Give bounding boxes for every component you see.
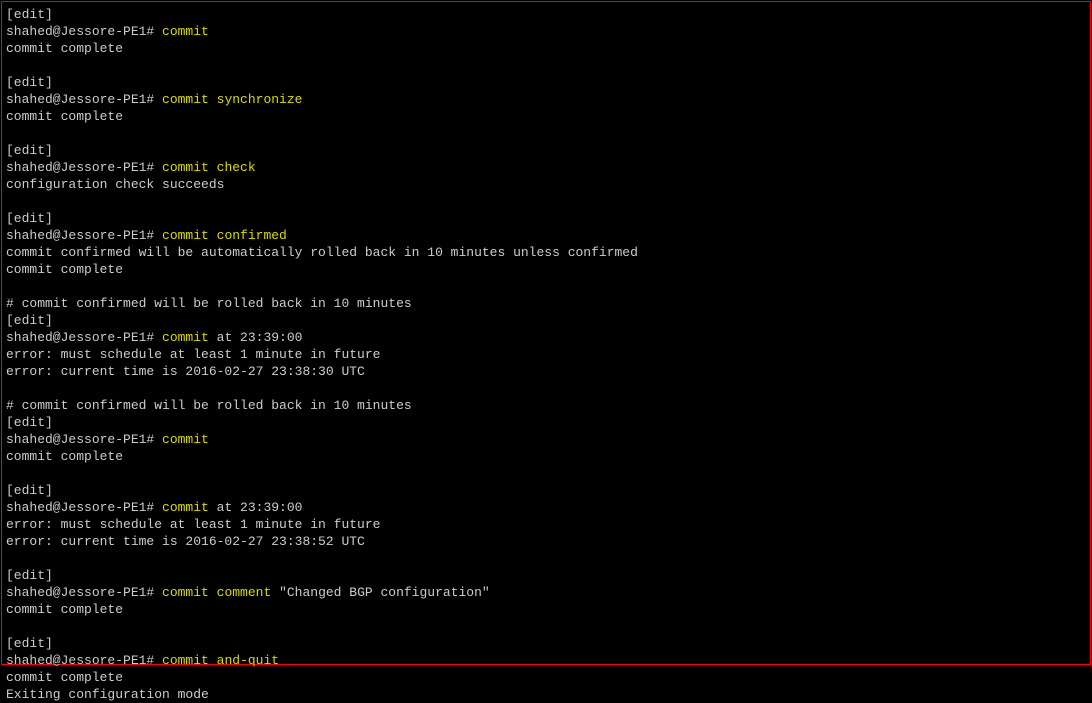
- output-line: commit complete: [6, 669, 1086, 686]
- comment-line: # commit confirmed will be rolled back i…: [6, 295, 1086, 312]
- output-line: commit complete: [6, 108, 1086, 125]
- command-text: commit: [162, 500, 217, 515]
- command-text: commit: [162, 432, 209, 447]
- command-text: commit: [162, 330, 217, 345]
- output-line: error: must schedule at least 1 minute i…: [6, 346, 1086, 363]
- command-text: commit: [162, 24, 209, 39]
- command-arg: "Changed BGP configuration": [279, 585, 490, 600]
- output-line: commit complete: [6, 448, 1086, 465]
- command-arg: at 23:39:00: [217, 330, 303, 345]
- output-line: error: must schedule at least 1 minute i…: [6, 516, 1086, 533]
- edit-marker: [edit]: [6, 6, 1086, 23]
- terminal[interactable]: [edit] shahed@Jessore-PE1# commit commit…: [1, 1, 1091, 665]
- command-line: shahed@Jessore-PE1# commit check: [6, 159, 1086, 176]
- command-line: shahed@Jessore-PE1# commit at 23:39:00: [6, 329, 1086, 346]
- output-line: commit complete: [6, 261, 1086, 278]
- output-line: error: current time is 2016-02-27 23:38:…: [6, 533, 1086, 550]
- command-text: commit confirmed: [162, 228, 287, 243]
- command-line: shahed@Jessore-PE1# commit comment "Chan…: [6, 584, 1086, 601]
- prompt: shahed@Jessore-PE1#: [6, 330, 162, 345]
- prompt: shahed@Jessore-PE1#: [6, 160, 162, 175]
- output-line: Exiting configuration mode: [6, 686, 1086, 703]
- prompt: shahed@Jessore-PE1#: [6, 585, 162, 600]
- edit-marker: [edit]: [6, 567, 1086, 584]
- command-line: shahed@Jessore-PE1# commit synchronize: [6, 91, 1086, 108]
- edit-marker: [edit]: [6, 482, 1086, 499]
- command-arg: at 23:39:00: [217, 500, 303, 515]
- edit-marker: [edit]: [6, 312, 1086, 329]
- prompt: shahed@Jessore-PE1#: [6, 92, 162, 107]
- command-line: shahed@Jessore-PE1# commit at 23:39:00: [6, 499, 1086, 516]
- prompt: shahed@Jessore-PE1#: [6, 500, 162, 515]
- command-text: commit synchronize: [162, 92, 302, 107]
- output-line: configuration check succeeds: [6, 176, 1086, 193]
- edit-marker: [edit]: [6, 210, 1086, 227]
- command-text: commit comment: [162, 585, 279, 600]
- command-line: shahed@Jessore-PE1# commit: [6, 23, 1086, 40]
- command-line: shahed@Jessore-PE1# commit and-quit: [6, 652, 1086, 669]
- output-line: commit confirmed will be automatically r…: [6, 244, 1086, 261]
- command-text: commit check: [162, 160, 256, 175]
- output-line: error: current time is 2016-02-27 23:38:…: [6, 363, 1086, 380]
- comment-line: # commit confirmed will be rolled back i…: [6, 397, 1086, 414]
- edit-marker: [edit]: [6, 142, 1086, 159]
- edit-marker: [edit]: [6, 414, 1086, 431]
- edit-marker: [edit]: [6, 74, 1086, 91]
- edit-marker: [edit]: [6, 635, 1086, 652]
- output-line: commit complete: [6, 40, 1086, 57]
- prompt: shahed@Jessore-PE1#: [6, 228, 162, 243]
- prompt: shahed@Jessore-PE1#: [6, 432, 162, 447]
- command-line: shahed@Jessore-PE1# commit confirmed: [6, 227, 1086, 244]
- output-line: commit complete: [6, 601, 1086, 618]
- prompt: shahed@Jessore-PE1#: [6, 24, 162, 39]
- command-line: shahed@Jessore-PE1# commit: [6, 431, 1086, 448]
